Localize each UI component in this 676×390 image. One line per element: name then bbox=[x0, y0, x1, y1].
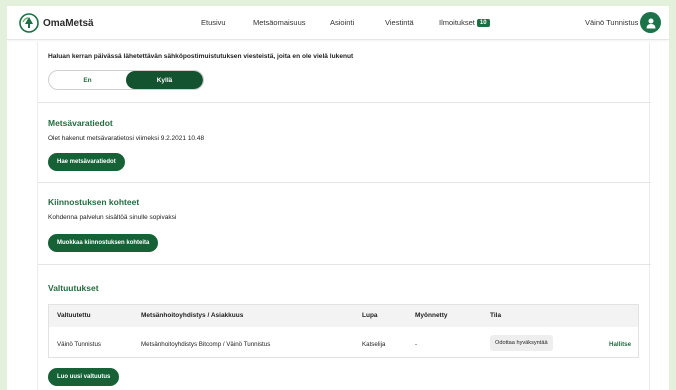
row-granted: - bbox=[415, 341, 418, 348]
user-name[interactable]: Väinö Tunnistus bbox=[585, 18, 638, 27]
row-association: Metsänhoitoyhdistys Bitcomp / Väinö Tunn… bbox=[141, 341, 271, 348]
logo-text: OmaMetsä bbox=[43, 17, 94, 29]
table-header: Valtuutettu Metsänhoitoyhdistys / Asiakk… bbox=[49, 305, 638, 327]
tree-logo-icon bbox=[19, 13, 39, 33]
row-authorized: Väinö Tunnistus bbox=[57, 341, 102, 348]
email-reminder-section: Haluan kerran päivässä lähetettävän sähk… bbox=[38, 42, 651, 103]
app-window: OmaMetsä Etusivu Metsäomaisuus Asiointi … bbox=[7, 6, 669, 390]
main-content: Haluan kerran päivässä lähetettävän sähk… bbox=[37, 42, 651, 390]
nav-item-metsaomaisuus[interactable]: Metsäomaisuus bbox=[253, 18, 306, 27]
logo[interactable]: OmaMetsä bbox=[19, 13, 94, 33]
toggle-option-no[interactable]: En bbox=[49, 71, 126, 89]
nav-item-ilmoitukset[interactable]: Ilmoitukset 10 bbox=[439, 18, 490, 27]
authorizations-title: Valtuutukset bbox=[48, 283, 99, 293]
authorizations-table: Valtuutettu Metsänhoitoyhdistys / Asiakk… bbox=[48, 304, 639, 358]
interests-section: Kiinnostuksen kohteet Kohdenna palvelun … bbox=[38, 183, 651, 265]
manage-authorization-link[interactable]: Hallitse bbox=[609, 341, 631, 348]
forest-data-section: Metsävaratiedot Olet hakenut metsävarati… bbox=[38, 103, 651, 183]
nav-item-asiointi[interactable]: Asiointi bbox=[330, 18, 354, 27]
email-reminder-question: Haluan kerran päivässä lähetettävän sähk… bbox=[48, 53, 354, 60]
status-badge: Odottaa hyväksyntää bbox=[490, 335, 553, 351]
notification-count-badge: 10 bbox=[476, 19, 490, 27]
create-authorization-button[interactable]: Luo uusi valtuutus bbox=[48, 368, 120, 386]
interests-description: Kohdenna palvelun sisältöä sinulle sopiv… bbox=[48, 214, 177, 221]
user-icon bbox=[646, 18, 655, 28]
interests-title: Kiinnostuksen kohteet bbox=[48, 197, 140, 207]
nav-item-viestinta[interactable]: Viestintä bbox=[385, 18, 414, 27]
nav-item-etusivu[interactable]: Etusivu bbox=[201, 18, 226, 27]
forest-data-description: Olet hakenut metsävaratietosi viimeksi 9… bbox=[48, 135, 205, 142]
email-reminder-toggle: En Kyllä bbox=[48, 70, 204, 90]
edit-interests-button[interactable]: Muokkaa kiinnostuksen kohteita bbox=[48, 234, 159, 252]
row-permission: Katselija bbox=[362, 341, 386, 348]
column-header-permission: Lupa bbox=[362, 312, 378, 319]
column-header-authorized: Valtuutettu bbox=[57, 312, 91, 319]
avatar[interactable] bbox=[640, 12, 661, 33]
toggle-option-yes[interactable]: Kyllä bbox=[126, 71, 203, 89]
forest-data-title: Metsävaratiedot bbox=[48, 118, 113, 128]
column-header-association: Metsänhoitoyhdistys / Asiakkuus bbox=[141, 312, 244, 319]
fetch-forest-data-button[interactable]: Hae metsävaratiedot bbox=[48, 153, 125, 171]
column-header-granted: Myönnetty bbox=[415, 312, 448, 319]
nav-item-ilmoitukset-label: Ilmoitukset bbox=[439, 18, 475, 27]
top-navigation: OmaMetsä Etusivu Metsäomaisuus Asiointi … bbox=[7, 6, 669, 40]
column-header-status: Tila bbox=[490, 312, 502, 319]
